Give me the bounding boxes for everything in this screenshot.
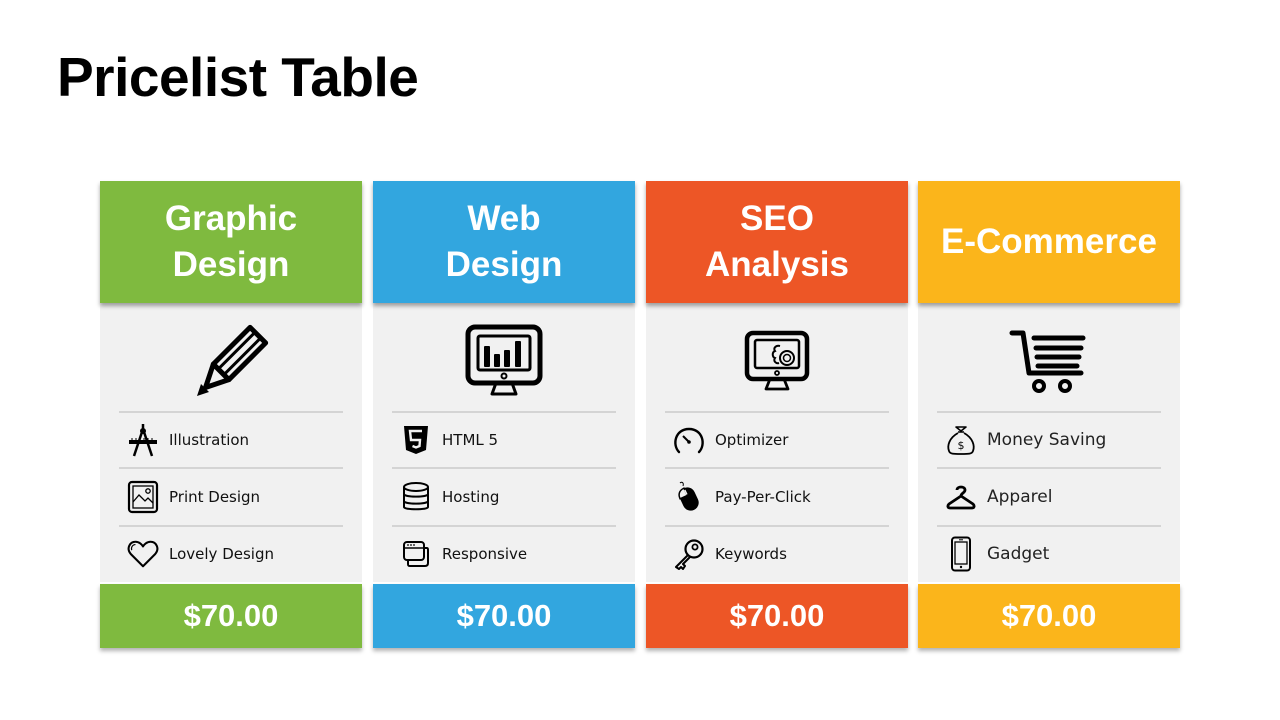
- browser-windows-icon: [400, 538, 432, 570]
- feature-item: Keywords: [665, 527, 889, 581]
- feature-label: Apparel: [987, 487, 1053, 507]
- pencil-icon: [100, 323, 362, 401]
- database-icon: [400, 481, 432, 513]
- feature-label: Hosting: [442, 488, 500, 506]
- card-title: E-Commerce: [941, 222, 1157, 261]
- feature-item: Gadget: [937, 527, 1161, 581]
- feature-item: Pay-Per-Click: [665, 469, 889, 525]
- card-header: Web Design: [373, 181, 635, 303]
- feature-item: Optimizer: [665, 413, 889, 467]
- card-title: Web Design: [445, 199, 563, 284]
- feature-label: Lovely Design: [169, 545, 274, 563]
- price-card-e-commerce: E-Commerce $ Money Saving Apparel Gadget…: [918, 181, 1180, 648]
- heart-icon: [127, 538, 159, 570]
- speedometer-icon: [673, 424, 705, 456]
- price-card-graphic-design: Graphic Design Illustration Print Design…: [100, 181, 362, 648]
- card-header: E-Commerce: [918, 181, 1180, 303]
- feature-label: Print Design: [169, 488, 261, 506]
- feature-item: $ Money Saving: [937, 413, 1161, 467]
- feature-item: Illustration: [119, 413, 343, 467]
- feature-item: HTML 5: [392, 413, 616, 467]
- feature-item: Hosting: [392, 469, 616, 525]
- money-bag-icon: $: [945, 424, 977, 456]
- feature-list: Optimizer Pay-Per-Click Keywords: [665, 411, 889, 581]
- price-value: $70.00: [1001, 598, 1097, 633]
- key-icon: [673, 538, 705, 570]
- price-tag: $70.00: [373, 584, 635, 648]
- picture-frame-icon: [127, 480, 159, 514]
- feature-list: Illustration Print Design Lovely Design: [119, 411, 343, 581]
- smartphone-icon: [945, 536, 977, 572]
- svg-text:$: $: [958, 439, 965, 452]
- feature-label: Pay-Per-Click: [715, 488, 811, 506]
- feature-label: HTML 5: [442, 431, 499, 449]
- price-card-seo-analysis: SEO Analysis Optimizer Pay-Per-Click Key…: [646, 181, 908, 648]
- page-title: Pricelist Table: [57, 46, 419, 108]
- shopping-cart-icon: [918, 323, 1180, 401]
- price-card-web-design: Web Design HTML 5 Hosting Responsive $70…: [373, 181, 635, 648]
- card-title: SEO Analysis: [705, 199, 849, 284]
- feature-item: Apparel: [937, 469, 1161, 525]
- html5-icon: [400, 424, 432, 456]
- feature-list: HTML 5 Hosting Responsive: [392, 411, 616, 581]
- card-title: Graphic Design: [164, 199, 298, 284]
- price-tag: $70.00: [100, 584, 362, 648]
- card-header: SEO Analysis: [646, 181, 908, 303]
- feature-label: Responsive: [442, 545, 528, 563]
- feature-item: Print Design: [119, 469, 343, 525]
- price-value: $70.00: [456, 598, 552, 633]
- feature-label: Illustration: [169, 431, 250, 449]
- feature-list: $ Money Saving Apparel Gadget: [937, 411, 1161, 581]
- price-value: $70.00: [183, 598, 279, 633]
- price-tag: $70.00: [646, 584, 908, 648]
- price-tag: $70.00: [918, 584, 1180, 648]
- feature-item: Lovely Design: [119, 527, 343, 581]
- feature-label: Keywords: [715, 545, 787, 563]
- feature-label: Gadget: [987, 544, 1050, 564]
- monitor-bar-chart-icon: [373, 323, 635, 401]
- hanger-icon: [945, 481, 977, 513]
- feature-item: Responsive: [392, 527, 616, 581]
- card-header: Graphic Design: [100, 181, 362, 303]
- monitor-gears-icon: [646, 323, 908, 401]
- price-value: $70.00: [729, 598, 825, 633]
- compass-ruler-icon: [127, 424, 159, 457]
- feature-label: Money Saving: [987, 430, 1107, 450]
- mouse-icon: [673, 481, 705, 513]
- feature-label: Optimizer: [715, 431, 789, 449]
